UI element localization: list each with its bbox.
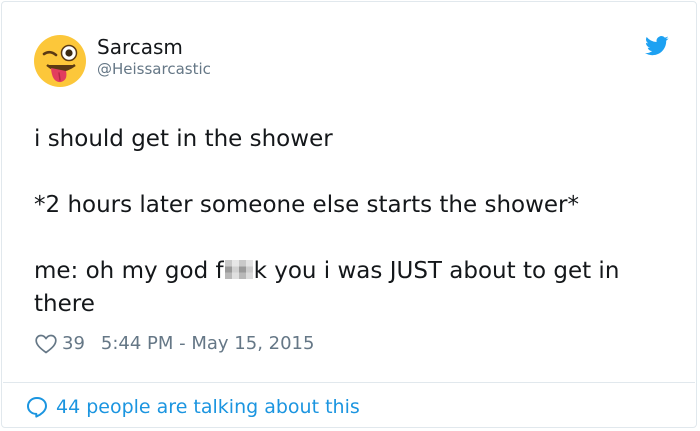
tweet-line: *2 hours later someone else starts the s… [34, 192, 580, 218]
talking-about-link[interactable]: 44 people are talking about this [26, 396, 360, 418]
speech-bubble-icon [27, 397, 47, 418]
avatar[interactable] [33, 34, 87, 88]
censor-blur [224, 260, 253, 279]
tweet-line: i should get in the shower [34, 126, 333, 152]
divider [3, 382, 695, 383]
tweet-text-before-censor: me: oh my god f [34, 258, 224, 284]
twitter-bird-icon[interactable] [645, 36, 669, 56]
tweet-card: Sarcasm @Heissarcastic i should get in t… [1, 1, 697, 428]
tweet-line: me: oh my god fk you i was JUST about to… [34, 255, 674, 321]
heart-icon[interactable] [35, 334, 57, 354]
like-count[interactable]: 39 [62, 333, 85, 354]
display-name[interactable]: Sarcasm [97, 35, 183, 59]
tweet-text: i should get in the shower *2 hours late… [34, 123, 674, 321]
talking-about-text[interactable]: 44 people are talking about this [56, 396, 360, 418]
tweet-meta: 39 5:44 PM - May 15, 2015 [35, 333, 314, 354]
tweet-timestamp[interactable]: 5:44 PM - May 15, 2015 [101, 333, 315, 354]
user-handle[interactable]: @Heissarcastic [97, 60, 211, 78]
